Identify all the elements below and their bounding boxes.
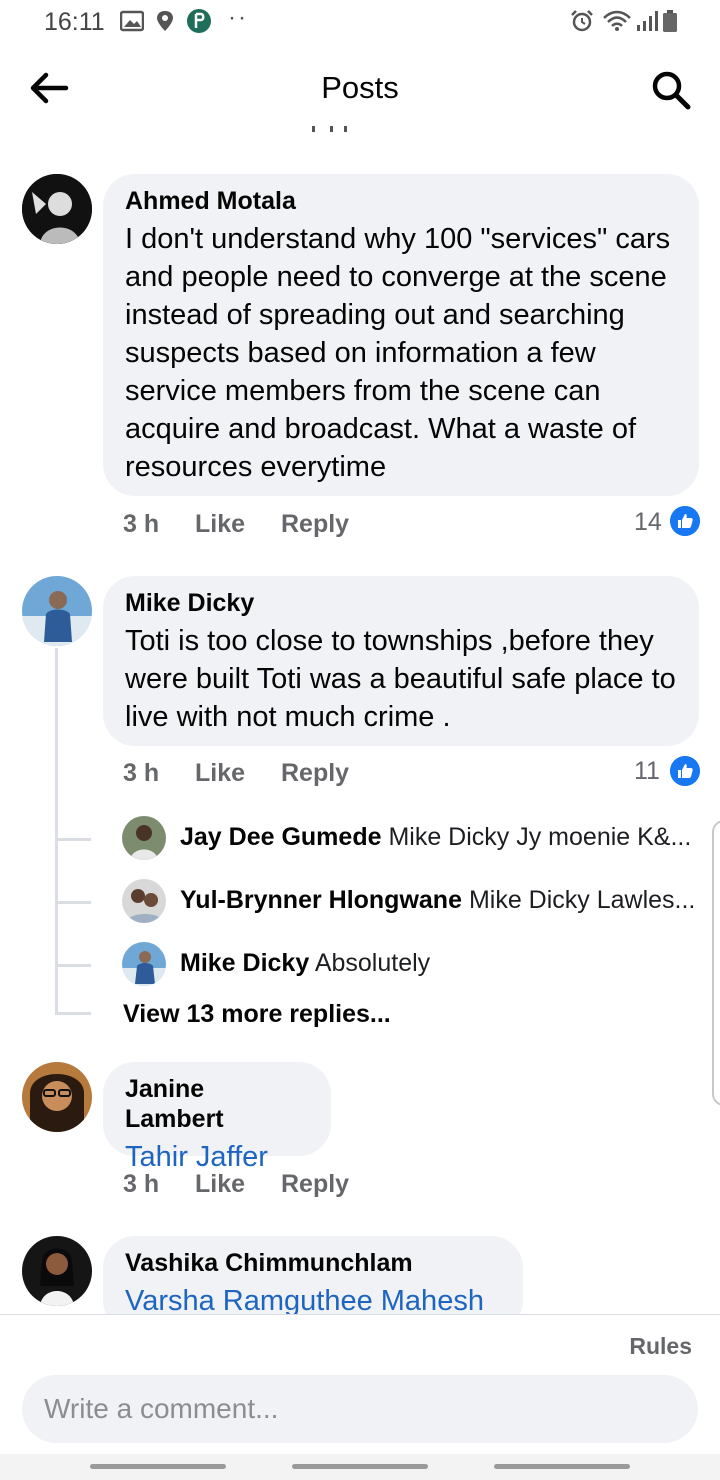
edge-scroll-handle[interactable] bbox=[712, 820, 720, 1106]
view-more-replies-link[interactable]: View 13 more replies... bbox=[123, 1000, 391, 1029]
comment-text: Toti is too close to townships ,before t… bbox=[125, 625, 676, 733]
app-header: Posts bbox=[0, 44, 720, 130]
thread-branch bbox=[55, 964, 91, 967]
reply-item[interactable]: Mike Dicky Absolutely bbox=[122, 942, 702, 988]
reply-button[interactable]: Reply bbox=[281, 1170, 349, 1199]
comments-viewport-clip: Vashika Chimmunchlam Varsha Ramguthee Ma… bbox=[0, 1230, 720, 1314]
like-button[interactable]: Like bbox=[195, 510, 245, 539]
app-p-icon bbox=[187, 9, 211, 33]
wifi-icon bbox=[603, 10, 631, 31]
reply-author[interactable]: Mike Dicky bbox=[180, 949, 309, 977]
alarm-icon bbox=[571, 10, 593, 32]
comment-time: 3 h bbox=[123, 1170, 160, 1198]
comment-bubble[interactable]: Mike Dicky Toti is too close to township… bbox=[103, 576, 699, 746]
comment-bubble[interactable]: Vashika Chimmunchlam Varsha Ramguthee Ma… bbox=[103, 1236, 523, 1314]
avatar[interactable] bbox=[22, 1062, 92, 1132]
rules-link[interactable]: Rules bbox=[629, 1333, 692, 1360]
comment-author[interactable]: Mike Dicky bbox=[125, 588, 677, 618]
comment-actions: 3 h Like Reply bbox=[123, 759, 683, 791]
reply-snippet: Mike Dicky Lawles... bbox=[468, 886, 696, 914]
comment-author[interactable]: Vashika Chimmunchlam bbox=[125, 1248, 501, 1278]
status-overflow: ·· bbox=[228, 4, 248, 31]
reply-snippet: Absolutely bbox=[314, 949, 431, 977]
clipped-text-remnant bbox=[312, 126, 352, 134]
comment-bubble[interactable]: Ahmed Motala I don't understand why 100 … bbox=[103, 174, 699, 496]
avatar[interactable] bbox=[22, 174, 92, 244]
mention-link[interactable]: Varsha Ramguthee Mahesh bbox=[125, 1282, 501, 1314]
avatar[interactable] bbox=[122, 816, 166, 860]
avatar-photo bbox=[122, 942, 166, 986]
status-time: 16:11 bbox=[44, 8, 105, 36]
comment-bubble[interactable]: Janine Lambert Tahir Jaffer bbox=[103, 1062, 331, 1173]
thread-branch bbox=[55, 1012, 91, 1015]
reply-snippet: Mike Dicky Jy moenie K&... bbox=[388, 823, 692, 851]
comment-actions: 3 h Like Reply bbox=[123, 1170, 523, 1202]
reply-button[interactable]: Reply bbox=[281, 759, 349, 788]
signal-icon bbox=[637, 11, 658, 31]
image-icon bbox=[120, 10, 144, 32]
avatar[interactable] bbox=[122, 879, 166, 923]
comment-time: 3 h bbox=[123, 759, 160, 787]
reply-author[interactable]: Yul-Brynner Hlongwane bbox=[180, 886, 462, 914]
thread-line bbox=[55, 648, 58, 1012]
reaction-count[interactable]: 11 bbox=[634, 757, 660, 786]
comment-input[interactable] bbox=[22, 1375, 698, 1443]
avatar-photo bbox=[22, 576, 92, 646]
reply-button[interactable]: Reply bbox=[281, 510, 349, 539]
page-title: Posts bbox=[321, 70, 399, 105]
like-reaction-icon bbox=[670, 756, 700, 786]
avatar-photo bbox=[22, 1062, 92, 1132]
avatar-photo bbox=[22, 1236, 92, 1306]
like-reaction-icon bbox=[670, 506, 700, 536]
status-bar: 16:11 ·· bbox=[0, 0, 720, 44]
back-nav-button[interactable] bbox=[494, 1464, 630, 1469]
location-pin-icon bbox=[157, 11, 173, 31]
avatar[interactable] bbox=[22, 576, 92, 646]
thread-branch bbox=[55, 901, 91, 904]
avatar[interactable] bbox=[22, 1236, 92, 1306]
comment-composer: Rules bbox=[0, 1314, 720, 1454]
reply-item[interactable]: Yul-Brynner Hlongwane Mike Dicky Lawles.… bbox=[122, 879, 702, 925]
thread-branch bbox=[55, 838, 91, 841]
search-icon[interactable] bbox=[648, 68, 694, 112]
like-button[interactable]: Like bbox=[195, 1170, 245, 1199]
comment-author[interactable]: Ahmed Motala bbox=[125, 186, 677, 216]
comment-actions: 3 h Like Reply bbox=[123, 510, 683, 542]
system-nav-bar bbox=[0, 1454, 720, 1480]
reaction-count[interactable]: 14 bbox=[634, 508, 662, 537]
reply-item[interactable]: Jay Dee Gumede Mike Dicky Jy moenie K&..… bbox=[122, 816, 702, 862]
battery-icon bbox=[663, 10, 677, 32]
like-button[interactable]: Like bbox=[195, 759, 245, 788]
comment-text: I don't understand why 100 "services" ca… bbox=[125, 223, 671, 483]
avatar-photo bbox=[22, 174, 92, 244]
home-button[interactable] bbox=[292, 1464, 428, 1469]
reply-author[interactable]: Jay Dee Gumede bbox=[180, 823, 382, 851]
avatar-photo bbox=[122, 879, 166, 923]
recent-apps-button[interactable] bbox=[90, 1464, 226, 1469]
comment-author[interactable]: Janine Lambert bbox=[125, 1074, 309, 1134]
avatar[interactable] bbox=[122, 942, 166, 986]
comment-time: 3 h bbox=[123, 510, 160, 538]
avatar-photo bbox=[122, 816, 166, 860]
